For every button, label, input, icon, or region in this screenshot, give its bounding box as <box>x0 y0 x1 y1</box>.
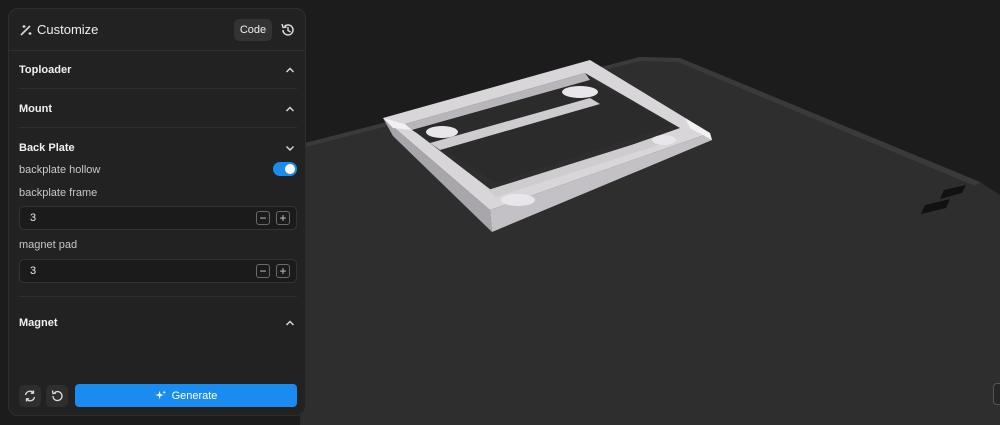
panel-header: Customize Code <box>9 9 305 51</box>
section-title: Toploader <box>19 64 72 76</box>
decrement-button[interactable]: − <box>256 211 270 225</box>
code-button[interactable]: Code <box>234 19 272 41</box>
chevron-up-icon <box>286 67 294 73</box>
backplate-hollow-label: backplate hollow <box>19 164 101 176</box>
increment-button[interactable]: + <box>276 264 290 278</box>
magic-wand-icon <box>20 25 32 36</box>
decrement-button[interactable]: − <box>256 264 270 278</box>
chevron-up-icon <box>286 320 294 326</box>
refresh-icon <box>24 390 36 402</box>
undo-button[interactable] <box>46 385 68 407</box>
backplate-frame-input[interactable]: 3 − + <box>19 206 297 230</box>
panel-title: Customize <box>37 22 99 37</box>
toggle-knob <box>285 164 295 174</box>
backplate-frame-label: backplate frame <box>19 187 98 199</box>
backplate-hollow-toggle[interactable] <box>273 162 297 176</box>
magnet-pad-value: 3 <box>30 265 37 277</box>
magnet-pad-input[interactable]: 3 − + <box>19 259 297 283</box>
magnet-pad-label: magnet pad <box>19 239 78 251</box>
increment-button[interactable]: + <box>276 211 290 225</box>
viewport-control-button[interactable] <box>993 383 1000 405</box>
section-title: Back Plate <box>19 142 75 154</box>
generate-label: Generate <box>171 389 218 402</box>
refresh-button[interactable] <box>19 385 41 407</box>
section-title: Mount <box>19 103 52 115</box>
section-toploader[interactable]: Toploader <box>19 51 297 89</box>
sparkle-icon <box>155 390 166 400</box>
chevron-down-icon <box>286 146 294 151</box>
section-magnet[interactable]: Magnet <box>19 304 297 342</box>
customize-panel: Customize Code Toploader Mount Back Plat… <box>8 8 306 416</box>
section-mount[interactable]: Mount <box>19 90 297 128</box>
section-back-plate[interactable]: Back Plate <box>19 129 297 167</box>
divider <box>19 296 297 297</box>
undo-icon <box>51 390 63 402</box>
backplate-frame-value: 3 <box>30 212 37 224</box>
chevron-up-icon <box>286 106 294 112</box>
section-title: Magnet <box>19 317 58 329</box>
history-icon[interactable] <box>279 21 297 39</box>
generate-button[interactable]: Generate <box>75 384 297 407</box>
